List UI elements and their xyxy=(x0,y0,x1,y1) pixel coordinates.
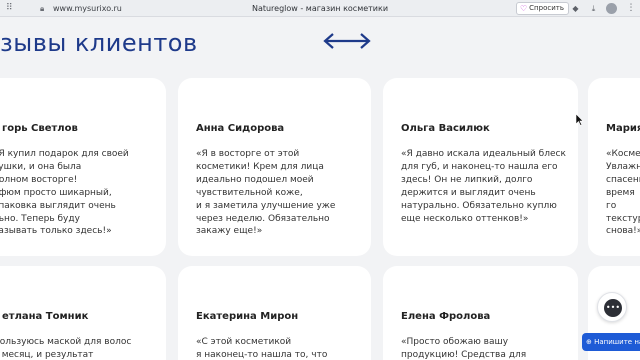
write-us-button[interactable]: ⊕ Напишите нам xyxy=(582,333,640,351)
double-arrow-icon[interactable] xyxy=(322,29,372,53)
page-title-tab: Natureglow - магазин косметики xyxy=(251,4,389,13)
shield-icon[interactable]: ◆ xyxy=(570,3,581,14)
review-text: «Космети Увлажняю спасение время го текс… xyxy=(606,149,640,237)
write-us-icon: ⊕ xyxy=(586,338,595,346)
reviewer-name: Елена Фролова xyxy=(401,311,491,322)
reviewer-name: Екатерина Мирон xyxy=(196,311,299,322)
grip-icon[interactable]: ⠿ xyxy=(6,4,16,13)
review-card: Ольга Василюк «Я давно искала идеальный … xyxy=(383,78,578,256)
download-icon[interactable]: ⤓ xyxy=(588,3,599,14)
reviewer-name: горь Светлов xyxy=(2,123,78,134)
review-text: «Я купил подарок для своей вушки, и она … xyxy=(0,149,129,237)
review-card: етлана Томник Пользуюсь маской для волос… xyxy=(0,266,166,360)
section-heading: зывы клиентов xyxy=(0,29,198,57)
reviewer-name: Анна Сидорова xyxy=(196,123,285,134)
lock-icon[interactable]: 🔒︎ xyxy=(40,4,47,13)
write-us-label: Напишите нам xyxy=(594,338,640,346)
review-text: Пользуюсь маской для волос и месяц, и ре… xyxy=(0,337,132,360)
review-card: Мария «Космети Увлажняю спасение время г… xyxy=(588,78,640,256)
review-card: Анна Сидорова «Я в восторге от этой косм… xyxy=(178,78,371,256)
ask-button[interactable]: ♡ Спросить xyxy=(516,2,569,15)
review-text: «Я давно искала идеальный блеск для губ,… xyxy=(401,149,566,224)
ask-label: Спросить xyxy=(529,4,564,12)
review-card: Екатерина Мирон «С этой косметикой я нак… xyxy=(178,266,371,360)
chat-bubble-icon: ••• xyxy=(604,299,622,317)
review-text: «Просто обожаю вашу продукцию! Средства … xyxy=(401,337,527,360)
review-card: Елена Фролова «Просто обожаю вашу продук… xyxy=(383,266,578,360)
menu-icon[interactable]: ⋮ xyxy=(626,3,636,14)
reviewer-name: Ольга Василюк xyxy=(401,123,490,134)
reviewer-name: етлана Томник xyxy=(2,311,89,322)
browser-toolbar: ⠿ 🔒︎ www.mysurixo.ru Natureglow - магази… xyxy=(0,0,640,17)
review-card: горь Светлов «Я купил подарок для своей … xyxy=(0,78,166,256)
address-bar[interactable]: www.mysurixo.ru xyxy=(53,3,122,14)
review-text: «Я в восторге от этой косметики! Крем дл… xyxy=(196,149,336,237)
chat-button[interactable]: ••• xyxy=(597,292,627,322)
heart-icon: ♡ xyxy=(520,4,528,13)
profile-icon[interactable] xyxy=(606,3,617,14)
mouse-cursor-icon xyxy=(576,114,584,126)
reviewer-name: Мария xyxy=(606,123,640,134)
review-text: «С этой косметикой я наконец-то нашла то… xyxy=(196,337,328,360)
